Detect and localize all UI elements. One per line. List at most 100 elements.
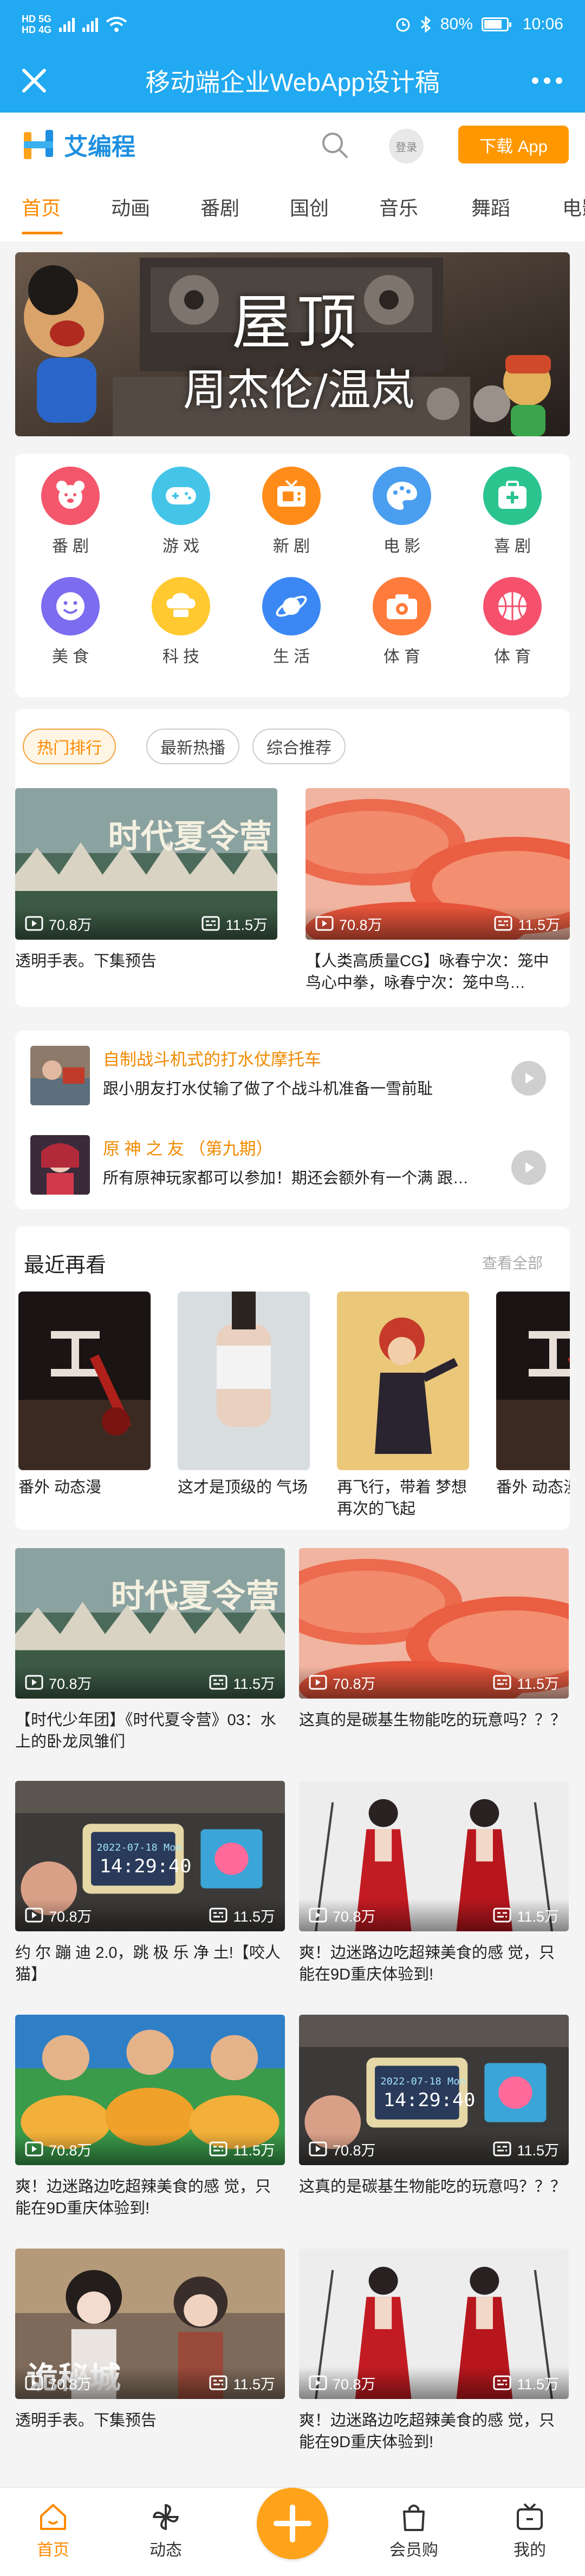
list-item[interactable]: 原 神 之 友 （第九期） 所有原神玩家都可以参加！期还会额外有一个满 跟… [15, 1120, 570, 1209]
danmaku-icon [209, 1675, 227, 1690]
recent-item-label: 番外 动态漫 [496, 1479, 570, 1496]
danmaku-count-value: 11.5万 [233, 2142, 275, 2159]
banner-subline: 周杰伦/温岚 [183, 365, 414, 415]
video-thumbnail[interactable]: 2022-07-18 Mon 14:29:40 70.8万 11.5万 [15, 1781, 285, 1931]
publish-button[interactable] [257, 2488, 328, 2559]
status-bar: HD 5G HD 4G 80% 10:06 [0, 0, 585, 49]
filter-latest[interactable]: 最新热播 [146, 729, 239, 764]
play-count-value: 70.8万 [49, 2376, 92, 2393]
video-thumbnail[interactable]: 时代夏令营 70.8万 11.5万 [15, 1548, 285, 1699]
danmaku-icon [202, 916, 220, 931]
danmaku-count-value: 11.5万 [233, 2376, 275, 2393]
recent-item-thumbnail [496, 1292, 570, 1470]
ranking-section: 热门排行 最新热播 综合推荐 时代夏令营 70.8万 11.5万 透明手表。下集预告 7… [15, 709, 570, 1007]
nav-mine-label: 我的 [514, 2541, 546, 2559]
category-item-label: 喜 剧 [493, 538, 531, 555]
filter-recommended[interactable]: 综合推荐 [252, 729, 346, 764]
video-thumbnail[interactable]: 2022-07-18 Mon 14:29:40 70.8万 11.5万 [299, 2015, 569, 2165]
nav-shop[interactable]: 会员购 [376, 2500, 452, 2560]
more-dot-icon [544, 77, 550, 84]
category-item[interactable]: 科 技 [127, 577, 235, 667]
play-button[interactable] [511, 1061, 546, 1096]
play-count-icon [309, 1675, 327, 1690]
play-count-value: 70.8万 [49, 1908, 92, 1925]
svg-text:时代夏令营: 时代夏令营 [110, 1577, 279, 1615]
category-item[interactable]: 生 活 [237, 577, 346, 667]
banner-carousel[interactable]: 屋顶 周杰伦/温岚 [15, 252, 570, 436]
logo[interactable]: 艾编程 [22, 127, 135, 162]
danmaku-icon [493, 2375, 511, 2390]
tab-home[interactable]: 首页 [22, 193, 61, 221]
alarm-icon [396, 18, 410, 32]
category-item[interactable]: 新 剧 [237, 467, 346, 556]
play-count-value: 70.8万 [49, 916, 92, 933]
view-all-link[interactable]: 查看全部 [482, 1251, 543, 1273]
nav-shop-label: 会员购 [389, 2541, 438, 2559]
list-item[interactable]: 自制战斗机式的打水仗摩托车 跟小朋友打水仗输了做了个战斗机准备一雪前耻 [15, 1031, 570, 1120]
network-top-label: HD 5G [22, 14, 52, 24]
recent-item-thumbnail [18, 1292, 151, 1470]
search-button[interactable] [318, 129, 351, 161]
play-button[interactable] [511, 1150, 546, 1185]
recent-item[interactable]: 番外 动态漫 [496, 1292, 570, 1498]
tab-bangumi[interactable]: 番剧 [200, 193, 239, 221]
category-item[interactable]: 体 育 [458, 577, 567, 667]
close-button[interactable] [16, 63, 52, 99]
nav-activity[interactable]: 动态 [128, 2500, 204, 2560]
play-count: 70.8万 [25, 913, 92, 934]
tab-dance[interactable]: 舞蹈 [471, 193, 510, 221]
video-thumbnail[interactable]: 70.8万 11.5万 [299, 1781, 569, 1931]
danmaku-count: 11.5万 [209, 2139, 275, 2160]
category-item-label: 新 剧 [272, 538, 310, 555]
category-item[interactable]: 游 戏 [127, 467, 235, 556]
video-thumbnail[interactable]: 70.8万 11.5万 [306, 788, 570, 940]
list-item-thumbnail [30, 1135, 90, 1195]
page-title: 移动端企业WebApp设计稿 [145, 68, 440, 96]
category-item[interactable]: 体 育 [348, 577, 456, 667]
filter-hot-ranking[interactable]: 热门排行 [23, 729, 116, 764]
video-title: 这真的是碳基生物能吃的玩意吗？？？ [299, 1712, 567, 1729]
category-item-label: 体 育 [383, 648, 421, 666]
video-stats: 70.8万 11.5万 [15, 1666, 285, 1699]
recent-item-thumbnail [337, 1292, 469, 1470]
category-item[interactable]: 番 剧 [16, 467, 125, 556]
video-thumbnail[interactable]: 70.8万 11.5万 [299, 2249, 569, 2399]
play-icon [525, 1162, 534, 1173]
title-bar: 移动端企业WebApp设计稿 [0, 49, 585, 113]
download-app-button[interactable]: 下载 App [458, 126, 569, 163]
nav-mine[interactable]: 我的 [492, 2500, 568, 2560]
recent-item[interactable]: 番外 动态漫 [18, 1292, 151, 1498]
tab-guochuang[interactable]: 国创 [290, 193, 329, 221]
bottom-nav: 首页 动态 会员购 我的 [0, 2487, 585, 2576]
danmaku-count-value: 11.5万 [517, 2376, 559, 2393]
tab-music[interactable]: 音乐 [379, 193, 418, 221]
tab-animation[interactable]: 动画 [111, 193, 150, 221]
nav-home-label: 首页 [37, 2541, 69, 2559]
more-button[interactable] [525, 63, 569, 99]
danmaku-count: 11.5万 [209, 2372, 275, 2394]
login-button[interactable]: 登录 [389, 129, 424, 163]
video-thumbnail[interactable]: 70.8万 11.5万 [299, 1548, 569, 1699]
battery-percent: 80% [440, 15, 473, 33]
tab-movie[interactable]: 电影 [562, 193, 585, 221]
video-thumbnail[interactable]: 时代夏令营 70.8万 11.5万 [15, 788, 277, 940]
play-count: 70.8万 [309, 1905, 376, 1926]
more-dot-icon [532, 77, 538, 84]
nav-home[interactable]: 首页 [15, 2500, 91, 2560]
category-item-label: 体 育 [493, 648, 531, 666]
first-aid-icon [483, 467, 542, 525]
video-thumbnail[interactable]: 70.8万 11.5万 [15, 2015, 285, 2165]
shopping-bag-icon [403, 2505, 425, 2531]
category-item[interactable]: 美 食 [16, 577, 125, 667]
recent-item[interactable]: 这才是顶级的 气场 [178, 1292, 310, 1498]
category-item[interactable]: 电 影 [348, 467, 456, 556]
play-count-icon [25, 916, 43, 931]
danmaku-count-value: 11.5万 [233, 1908, 275, 1925]
clock-time: 10:06 [522, 15, 563, 33]
recent-item[interactable]: 再飞行，带着 梦想再次的飞起 [337, 1292, 469, 1520]
active-tab-indicator [22, 232, 63, 234]
play-count-value: 70.8万 [333, 2142, 376, 2159]
category-item[interactable]: 喜 剧 [458, 467, 567, 556]
video-stats: 70.8万 11.5万 [15, 1899, 285, 1931]
video-thumbnail[interactable]: 诡秘城70.8万11.5万 [15, 2249, 285, 2399]
